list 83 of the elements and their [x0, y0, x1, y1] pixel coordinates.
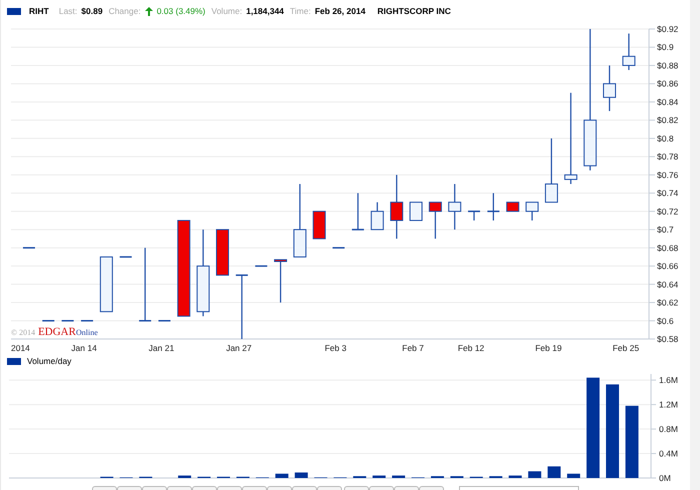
- candlestick: [428, 202, 442, 239]
- volume-bar: [275, 474, 288, 478]
- candlestick: [370, 202, 384, 230]
- volume-bar: [508, 476, 522, 478]
- y-axis-tick-label: $0.68: [657, 242, 678, 253]
- candlestick: [332, 247, 345, 249]
- y-axis-tick-label: $0.9: [657, 42, 674, 52]
- volume-bar: [392, 476, 406, 478]
- x-axis-label: Feb 3: [324, 343, 346, 353]
- candlestick: [236, 274, 248, 339]
- volume-bar: [294, 472, 308, 478]
- y-axis-tick-label: 0.4M: [659, 448, 678, 459]
- candlestick: [544, 138, 558, 203]
- edgar-online-logo: EDGAROnline: [38, 325, 98, 340]
- company-name: RIGHTSCORP INC: [377, 4, 451, 18]
- y-axis-tick-label: $0.86: [657, 78, 678, 89]
- candlestick: [120, 256, 132, 258]
- y-axis-tick-label: $0.7: [657, 224, 674, 235]
- y-axis-tick-label: $0.78: [657, 152, 678, 162]
- volume-bar: [528, 471, 542, 478]
- y-axis-tick-label: $0.58: [657, 334, 678, 344]
- last-price: $0.89: [81, 4, 103, 18]
- candlestick: [448, 184, 462, 230]
- candlestick: [312, 210, 326, 240]
- y-axis-tick-label: $0.72: [657, 206, 678, 216]
- x-axis-label: 2014: [11, 343, 30, 353]
- y-axis-tick-label: $0.62: [657, 298, 678, 308]
- candlestick: [390, 174, 404, 239]
- candlestick: [62, 320, 74, 322]
- y-axis-tick-label: 0M: [659, 473, 671, 483]
- time-label: Time:: [290, 4, 311, 18]
- y-axis-tick-label: 0.8M: [659, 424, 678, 434]
- candlestick: [622, 34, 636, 70]
- time-value: Feb 26, 2014: [314, 4, 366, 18]
- volume-bar: [372, 476, 386, 478]
- x-axis-label: Jan 14: [71, 343, 97, 353]
- y-axis-tick-label: 1.2M: [659, 400, 678, 410]
- y-axis-tick-label: 1.6M: [659, 375, 678, 386]
- y-axis-tick-label: $0.88: [657, 60, 678, 70]
- y-axis-tick-label: $0.64: [657, 279, 678, 290]
- volume-bar: [567, 474, 580, 478]
- y-axis-tick-label: $0.92: [657, 24, 678, 34]
- candlestick: [526, 202, 539, 220]
- last-label: Last:: [58, 4, 78, 18]
- candlestick: [216, 229, 229, 276]
- y-axis-tick-label: $0.8: [657, 133, 674, 144]
- candlestick: [506, 202, 520, 212]
- candlestick: [487, 193, 500, 220]
- x-axis-label: Feb 19: [535, 343, 562, 353]
- change-value: 0.03 (3.49%): [156, 4, 206, 18]
- candlestick: [468, 210, 480, 220]
- candlestick: [255, 265, 268, 267]
- volume-bar: [548, 466, 561, 478]
- ticker-symbol: RIHT: [29, 4, 49, 18]
- y-axis-tick-label: $0.74: [657, 188, 678, 198]
- legend-swatch-icon: [7, 8, 21, 14]
- change-label: Change:: [108, 4, 141, 18]
- candlestick: [603, 65, 616, 112]
- candlestick: [352, 193, 364, 230]
- volume-bar: [178, 476, 192, 478]
- up-arrow-icon: [144, 6, 153, 16]
- legend-swatch-icon: [7, 358, 21, 364]
- candlestick: [23, 247, 35, 249]
- y-axis-tick-label: $0.82: [657, 115, 678, 126]
- candlestick: [42, 320, 54, 322]
- copyright-text: © 2014: [11, 327, 36, 339]
- candlestick: [100, 256, 113, 312]
- x-axis-label: Feb 25: [612, 343, 640, 353]
- x-axis-label: Jan 27: [226, 343, 252, 353]
- candlestick: [81, 320, 94, 322]
- x-axis-label: Feb 12: [458, 343, 484, 353]
- x-axis-label: Feb 7: [402, 343, 424, 353]
- candlestick: [158, 320, 170, 322]
- candlestick: [410, 202, 422, 221]
- y-axis-tick-label: $0.6: [657, 316, 674, 326]
- volume-legend-label: Volume/day: [27, 354, 72, 368]
- y-axis-tick-label: $0.84: [657, 96, 678, 107]
- y-axis-tick-label: $0.76: [657, 170, 678, 180]
- volume-value: 1,184,344: [246, 4, 284, 18]
- x-axis-label: Jan 21: [148, 343, 174, 353]
- y-axis-tick-label: $0.66: [657, 261, 678, 272]
- candlestick: [274, 259, 288, 303]
- volume-label: Volume:: [211, 4, 242, 18]
